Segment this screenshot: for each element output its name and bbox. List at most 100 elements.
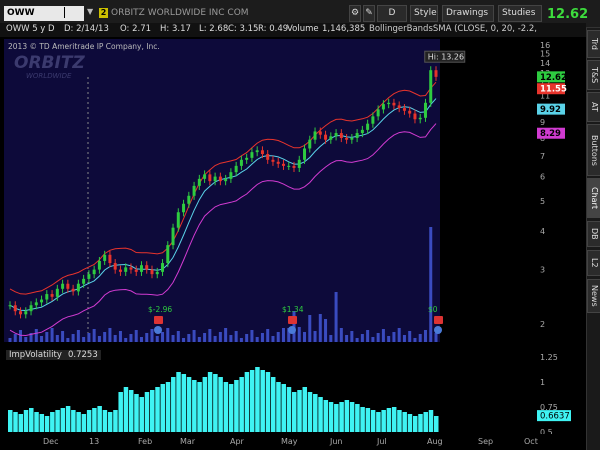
candle-body [71, 288, 75, 292]
candle-body [339, 133, 343, 138]
candle-body [271, 159, 275, 162]
candle-body [145, 265, 149, 270]
volume-bar [61, 331, 65, 342]
candle-body [355, 133, 359, 138]
iv-bar [92, 408, 97, 432]
iv-bar [249, 370, 255, 432]
candle-body [8, 305, 12, 307]
volume-bar [429, 227, 433, 342]
iv-label-text: ImpVolatility [9, 350, 62, 360]
tab-l2[interactable]: L2 [587, 250, 600, 276]
volume-bar [350, 331, 354, 342]
iv-bar [50, 412, 55, 432]
volume-bar [76, 330, 80, 342]
tab-news[interactable]: News [587, 279, 600, 313]
candle-body [334, 133, 338, 137]
tab-chart[interactable]: Chart [587, 178, 600, 218]
iv-bar [60, 408, 66, 432]
price-tick-label: 9 [540, 118, 545, 127]
upper-band-badge-text: 11.55 [540, 85, 567, 95]
volume-bar [392, 332, 396, 342]
lower-band-badge-text: 8.29 [540, 129, 561, 139]
candle-body [292, 165, 296, 168]
candle-body [266, 154, 270, 160]
iv-bar [76, 412, 81, 432]
volume-label: Volume [287, 24, 319, 34]
iv-bar [197, 382, 202, 432]
iv-bar [207, 372, 213, 432]
earnings-calendar-icon[interactable] [434, 316, 443, 324]
settings-icon[interactable]: ⚙ [349, 5, 361, 22]
iv-bar [302, 387, 308, 432]
iv-bar [407, 414, 413, 432]
candle-body [360, 129, 364, 134]
iv-bar [223, 382, 229, 432]
symbol-dropdown-button[interactable]: ▼ [87, 7, 97, 19]
candle-body [429, 70, 433, 103]
iv-bar [370, 410, 376, 432]
dividend-info-icon[interactable] [288, 326, 296, 334]
iv-bar [244, 372, 250, 432]
implied-volatility-panel[interactable]: 1.25 1 0.75 0.5 0.6637 ImpVolatility 0.7253 [0, 346, 586, 437]
volume-bar [355, 338, 359, 342]
iv-bar [34, 412, 39, 432]
candle-body [150, 269, 154, 275]
iv-bar [181, 374, 187, 432]
time-tick-label: Dec [43, 437, 59, 446]
candle-body [182, 203, 186, 213]
price-chart-svg[interactable]: 16151413121110987654322013 © TD Ameritra… [0, 37, 586, 342]
iv-bar [29, 408, 34, 432]
candle-body [250, 152, 254, 158]
volume-bar [339, 328, 343, 342]
tab-trd[interactable]: Trd [587, 30, 600, 58]
iv-bar [8, 410, 13, 432]
volume-bar [281, 328, 285, 342]
tab-ts[interactable]: T&S [587, 60, 600, 90]
volume-bar [271, 336, 275, 342]
iv-bar [402, 412, 407, 432]
candle-body [82, 278, 86, 284]
iv-bar [113, 410, 118, 432]
studies-button[interactable]: Studies [498, 5, 542, 22]
price-tick-label: 5 [540, 197, 545, 206]
volume-bar [423, 330, 427, 342]
iv-bar [428, 410, 434, 432]
wrench-icon[interactable]: ✎ [363, 5, 375, 22]
dividend-info-icon[interactable] [154, 326, 162, 334]
dividend-info-icon[interactable] [434, 326, 442, 334]
iv-bar [339, 402, 344, 432]
drawings-button[interactable]: Drawings [442, 5, 494, 22]
volume-bar [108, 328, 112, 342]
tab-buttons[interactable]: Buttons [587, 124, 600, 176]
earnings-calendar-icon[interactable] [154, 316, 163, 324]
aggregation-period-button[interactable]: D [377, 5, 407, 22]
volume-bar [171, 335, 175, 342]
tab-at[interactable]: AT [587, 92, 600, 122]
candle-body [13, 305, 17, 312]
candle-body [218, 176, 222, 182]
iv-bar [286, 387, 292, 432]
price-tick-label: 16 [540, 41, 550, 50]
candle-body [308, 139, 312, 149]
earnings-calendar-icon[interactable] [288, 316, 297, 324]
symbol-input[interactable]: OWW [4, 6, 84, 21]
volume-bar [13, 334, 17, 342]
candle-body [376, 109, 380, 117]
volume-bar [266, 329, 270, 342]
hi-label: Hi: 13.26 [424, 50, 466, 63]
link-group-badge[interactable]: 2 [99, 8, 108, 18]
volume-bar [134, 330, 138, 342]
candle-body [413, 113, 417, 120]
candle-body [234, 165, 238, 173]
candle-body [87, 274, 91, 279]
volume-bar [103, 332, 107, 342]
volume-bar [145, 333, 149, 342]
volume-bar [234, 331, 238, 342]
style-button[interactable]: Style [410, 5, 438, 22]
tab-db[interactable]: DB [587, 221, 600, 247]
volume-bar [334, 292, 338, 342]
earnings-label: $1.34 [282, 305, 304, 314]
iv-bar [276, 382, 281, 432]
time-tick-label: Oct [524, 437, 538, 446]
price-chart[interactable]: 16151413121110987654322013 © TD Ameritra… [0, 37, 586, 342]
